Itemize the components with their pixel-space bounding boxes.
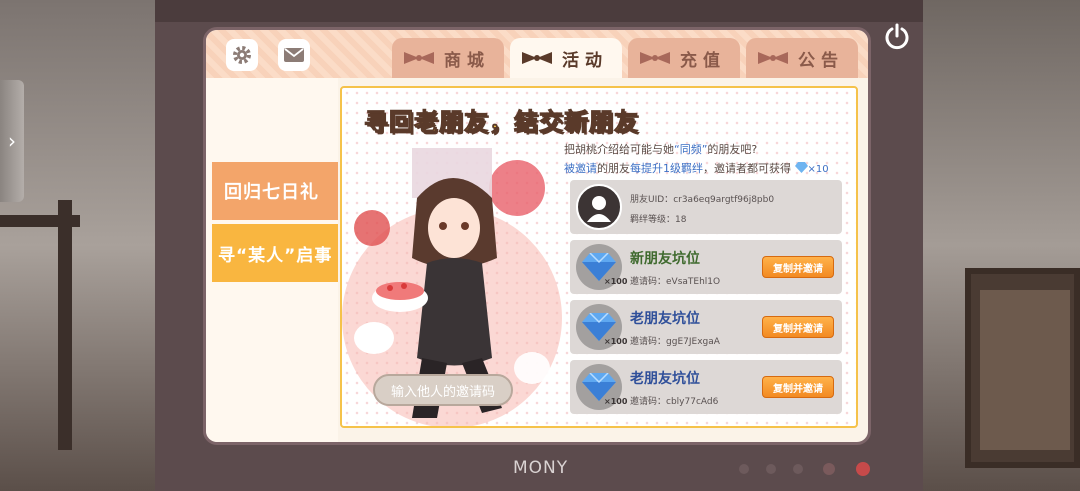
invite-code: 邀请码：eVsaTEhl1O [630,277,721,287]
top-bar: 商城 活动 充值 公告 [206,30,868,78]
diamond-icon [794,162,808,173]
invite-code-placeholder: 输入他人的邀请码 [390,384,495,400]
invite-slot-card: ×100 老朋友坑位 邀请码：cbly77cAd6 复制并邀请 [570,360,842,414]
event-intro: 把胡桃介绍给可能与她“同频”的朋友吧? 被邀请的朋友每提升1级羁绊，邀请者都可获… [564,140,829,179]
room-left-wall [0,0,160,491]
monitor-led [823,463,835,475]
monitor-brand: MONY [513,458,569,478]
invite-code-input[interactable]: 输入他人的邀请码 [373,374,513,406]
side-expand-handle[interactable]: › [0,80,24,202]
tab-label: 商城 [444,50,490,71]
monitor-led [766,464,776,474]
gem-quantity: ×100 [604,397,628,406]
monitor-led [793,464,803,474]
intro-text: 把胡桃介绍给可能与她 [564,143,674,156]
invite-code: 邀请码：cbly77cAd6 [630,397,719,407]
intro-text: 的朋友吧? [707,143,758,156]
mail-icon [284,48,304,62]
intro-line-1: 把胡桃介绍给可能与她“同频”的朋友吧? [564,140,829,159]
monitor-power-led [856,462,870,476]
monitor-led [739,464,749,474]
intro-text: 的朋友 [597,162,630,175]
tab-label: 充值 [680,50,726,71]
shelf-post [58,200,72,450]
friend-level: 羁绊等级：18 [630,215,687,225]
slot-title: 老朋友坑位 [630,311,700,327]
sidebar-item-return-gift[interactable]: 回归七日礼 [212,162,338,220]
cabinet-door [980,290,1070,450]
gem-quantity: ×100 [604,277,628,286]
intro-highlight: “同频” [674,143,708,156]
tab-label: 公告 [798,50,844,71]
copy-invite-button[interactable]: 复制并邀请 [762,376,834,398]
avatar [576,184,622,230]
tab-recharge[interactable]: 充值 [628,38,740,78]
gem-amount: ×10 [807,164,829,175]
slot-title: 新朋友坑位 [630,251,700,267]
sidebar-item-label: 寻“某人”启事 [218,245,333,266]
copy-invite-button[interactable]: 复制并邀请 [762,316,834,338]
tab-shop[interactable]: 商城 [392,38,504,78]
bow-icon [640,52,670,64]
invite-code: 邀请码：ggE7JExgaA [630,337,720,347]
intro-highlight: 被邀请 [564,162,597,175]
event-content: 寻回老朋友，结交新朋友 输入他人的邀请码 把胡桃介绍给可能与她“同频”的朋友吧?… [340,86,858,428]
bow-icon [522,52,552,64]
game-screen: 商城 活动 充值 公告 回归七日礼 寻“某人”启事 寻回老朋友，结交新朋友 输入… [203,27,871,445]
tab-label: 活动 [562,50,608,71]
user-icon [587,196,611,222]
chevron-right-icon: › [8,129,16,153]
bow-icon [404,52,434,64]
friend-uid: 朋友UID：cr3a6eq9argtf96j8pb0 [630,195,775,205]
invite-slot-card: ×100 老朋友坑位 邀请码：ggE7JExgaA 复制并邀请 [570,300,842,354]
invite-slot-card: ×100 新朋友坑位 邀请码：eVsaTEhl1O 复制并邀请 [570,240,842,294]
tab-announcement[interactable]: 公告 [746,38,858,78]
intro-highlight: 每提升1级羁绊 [630,162,703,175]
gem-quantity: ×100 [604,337,628,346]
mail-button[interactable] [278,39,310,71]
sidebar-item-find-someone[interactable]: 寻“某人”启事 [212,224,338,282]
slot-title: 老朋友坑位 [630,371,700,387]
bow-icon [758,52,788,64]
intro-text: ，邀请者都可获得 [703,162,791,175]
gear-icon [233,46,251,64]
tab-event[interactable]: 活动 [510,38,622,78]
sidebar-item-label: 回归七日礼 [224,182,319,203]
settings-button[interactable] [226,39,258,71]
friend-card: 朋友UID：cr3a6eq9argtf96j8pb0 羁绊等级：18 [570,180,842,234]
intro-line-2: 被邀请的朋友每提升1级羁绊，邀请者都可获得 ×10 [564,159,829,179]
copy-invite-button[interactable]: 复制并邀请 [762,256,834,278]
event-sidebar: 回归七日礼 寻“某人”启事 [206,78,338,442]
power-button[interactable] [880,20,914,54]
monitor-top-bezel [155,0,923,22]
power-icon [885,23,909,50]
